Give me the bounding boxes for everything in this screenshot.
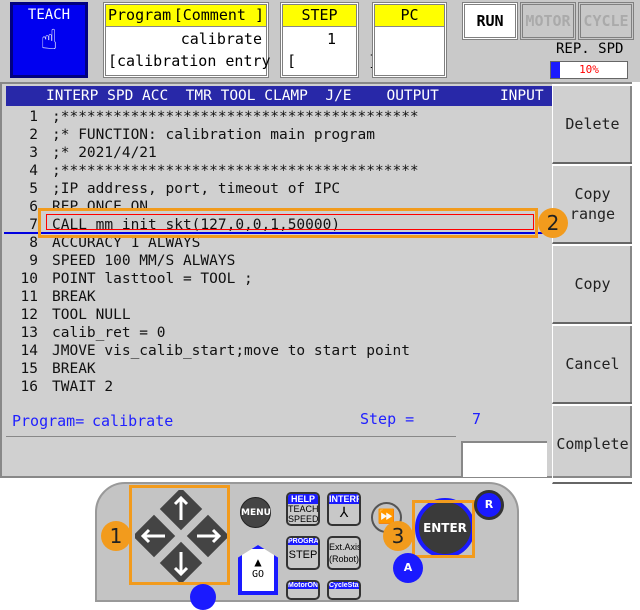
program-value: calibrate xyxy=(92,412,174,430)
callout-box-3 xyxy=(412,500,475,558)
step-key-label: STEP xyxy=(288,549,318,561)
callout-box-1 xyxy=(129,485,230,585)
code-line[interactable]: 4 ;**************************************… xyxy=(20,162,419,180)
line-number: 14 xyxy=(20,343,38,359)
step-number: 7 xyxy=(472,410,482,428)
line-text: calib_ret = 0 xyxy=(52,325,166,341)
step-label: Step = xyxy=(360,410,415,428)
line-text: ;IP address, port, timeout of IPC xyxy=(52,181,341,197)
go-label: GO xyxy=(251,569,265,580)
code-line[interactable]: 10 POINT lasttool = TOOL ; xyxy=(20,270,253,288)
code-line[interactable]: 16 TWAIT 2 xyxy=(20,378,114,396)
code-line[interactable]: 11 BREAK xyxy=(20,288,96,306)
line-number: 5 xyxy=(29,181,38,197)
line-number: 15 xyxy=(20,361,38,377)
step-bracket: [ ] xyxy=(287,52,378,70)
menu-button[interactable]: MENU xyxy=(240,497,271,528)
cycle-start-button[interactable]: CycleStart xyxy=(329,582,359,589)
line-text: ;* FUNCTION: calibration main program xyxy=(52,127,376,143)
line-text: POINT lasttool = TOOL ; xyxy=(52,271,253,287)
interp-label: INTERP xyxy=(329,494,361,504)
ext-axis-button[interactable]: Ext.Axis (Robot) xyxy=(327,536,361,570)
code-line[interactable]: 5 ;IP address, port, timeout of IPC xyxy=(20,180,340,198)
line-number: 16 xyxy=(20,379,38,395)
line-text: TWAIT 2 xyxy=(52,379,114,395)
teach-speed-label: TEACH SPEED xyxy=(288,504,319,524)
line-number: 11 xyxy=(20,289,38,305)
code-line[interactable]: 13 calib_ret = 0 xyxy=(20,324,166,342)
side-button-complete[interactable]: Complete xyxy=(552,404,632,484)
callout-1: 1 xyxy=(101,521,131,551)
help-label: HELP xyxy=(288,494,318,504)
callout-2: 2 xyxy=(538,208,568,238)
line-number: 6 xyxy=(29,199,38,215)
step-value: 1 xyxy=(326,30,336,48)
line-text: BREAK xyxy=(52,289,96,305)
line-number: 12 xyxy=(20,307,38,323)
program-header: Program xyxy=(108,6,172,24)
status-bar: TEACH ☝ Program [Comment ] calibrate [ca… xyxy=(0,0,640,82)
teach-mode-indicator[interactable]: TEACH ☝ xyxy=(10,2,88,78)
line-text: ;* 2021/4/21 xyxy=(52,145,157,161)
step-box: STEP 1 [ ] xyxy=(280,2,378,78)
line-number: 10 xyxy=(20,271,38,287)
program-name: calibrate xyxy=(180,30,262,48)
rep-spd-bar[interactable]: 10% xyxy=(550,61,628,79)
motor-on-button[interactable]: MotorON xyxy=(288,582,318,589)
step-header: STEP xyxy=(283,5,356,27)
program-key-label: PROGRAM xyxy=(288,538,319,545)
code-line[interactable]: 3 ;* 2021/4/21 xyxy=(20,144,157,162)
callout-box-2 xyxy=(38,208,538,238)
line-text: ;***************************************… xyxy=(52,109,419,125)
program-box: Program [Comment ] calibrate [calibratio… xyxy=(103,2,289,78)
callout-3: 3 xyxy=(383,521,413,551)
motor-button[interactable]: MOTOR xyxy=(520,2,576,40)
code-line[interactable]: 14 JMOVE vis_calib_start;move to start po… xyxy=(20,342,410,360)
line-number: 13 xyxy=(20,325,38,341)
line-number: 3 xyxy=(29,145,38,161)
line-text: ;***************************************… xyxy=(52,163,419,179)
teach-label: TEACH xyxy=(27,7,71,23)
line-number: 9 xyxy=(29,253,38,269)
divider xyxy=(6,436,456,437)
line-number: 2 xyxy=(29,127,38,143)
side-button-copy[interactable]: Copy xyxy=(552,244,632,324)
input-field[interactable] xyxy=(461,441,547,477)
rep-spd-value: 10% xyxy=(579,63,599,76)
side-button-delete[interactable]: Delete xyxy=(552,84,632,164)
triangle-up-icon: ▲ xyxy=(254,555,262,569)
program-editor: INTERP SPD ACC TMR TOOL CLAMP J/E OUTPUT… xyxy=(0,82,632,484)
r-button[interactable]: R xyxy=(474,490,504,520)
comment-header: [Comment ] xyxy=(173,6,264,24)
line-number: 4 xyxy=(29,163,38,179)
axes-icon: ⅄ xyxy=(339,504,349,520)
rep-spd-fill xyxy=(551,62,561,78)
cycle-button[interactable]: CYCLE xyxy=(578,2,634,40)
pc-box: PC xyxy=(372,2,447,78)
code-line[interactable]: 9 SPEED 100 MM/S ALWAYS xyxy=(20,252,235,270)
code-line[interactable]: 1 ;**************************************… xyxy=(20,108,419,126)
line-number: 8 xyxy=(29,235,38,251)
interp-button[interactable]: INTERP ⅄ xyxy=(327,492,361,526)
column-header: INTERP SPD ACC TMR TOOL CLAMP J/E OUTPUT… xyxy=(6,86,552,106)
line-number: 1 xyxy=(29,109,38,125)
line-text: TOOL NULL xyxy=(52,307,131,323)
line-text: SPEED 100 MM/S ALWAYS xyxy=(52,253,236,269)
program-comment: [calibration entry ] xyxy=(108,52,289,70)
rep-spd-label: REP. SPD xyxy=(556,41,624,57)
step-button[interactable]: PROGRAM STEP xyxy=(286,536,320,570)
blue-button[interactable] xyxy=(190,584,216,610)
pc-header: PC xyxy=(375,5,444,27)
line-text: BREAK xyxy=(52,361,96,377)
side-button-cancel[interactable]: Cancel xyxy=(552,324,632,404)
a-button[interactable]: A xyxy=(393,553,423,583)
code-line[interactable]: 2 ;* FUNCTION: calibration main program xyxy=(20,126,375,144)
code-line[interactable]: 12 TOOL NULL xyxy=(20,306,131,324)
hand-pointer-icon: ☝ xyxy=(40,23,58,56)
run-button[interactable]: RUN xyxy=(462,2,518,40)
teach-speed-button[interactable]: HELP TEACH SPEED xyxy=(286,492,320,526)
program-label: Program= xyxy=(12,412,85,430)
code-line[interactable]: 15 BREAK xyxy=(20,360,96,378)
line-text: JMOVE vis_calib_start;move to start poin… xyxy=(52,343,410,359)
